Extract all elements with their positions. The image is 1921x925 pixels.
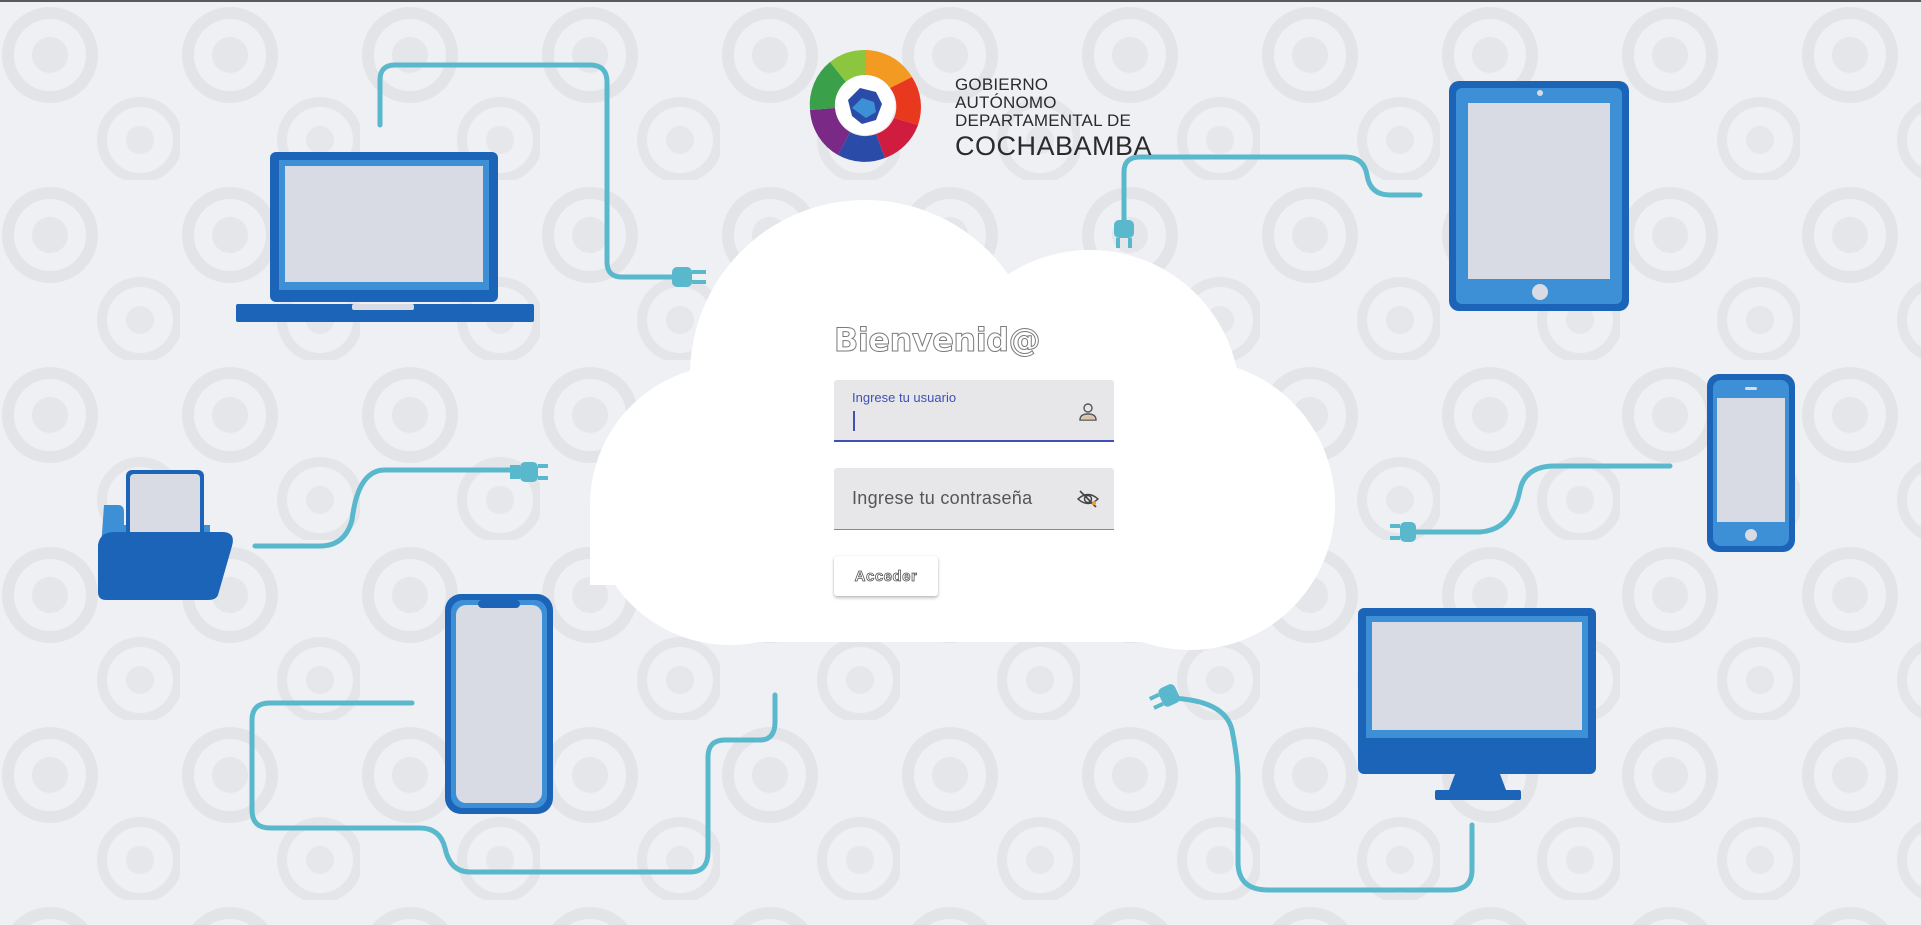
tablet-illustration [1449,81,1629,311]
user-icon[interactable] [1076,400,1100,424]
top-border [0,0,1921,2]
laptop-illustration [236,152,534,322]
monitor-illustration [1358,608,1596,800]
username-label: Ingrese tu usuario [852,390,957,405]
acceder-button[interactable]: Acceder [834,556,938,596]
phone-illustration [445,594,553,814]
username-field[interactable]: Ingrese tu usuario [834,380,1114,442]
username-input[interactable] [852,410,1072,432]
password-field[interactable]: Ingrese tu contraseña [834,468,1114,530]
text-cursor [853,411,855,431]
logo-line-2: DEPARTAMENTAL DE [955,110,1132,130]
logo-text: GOBIERNO AUTÓNOMO DEPARTAMENTAL DE COCHA… [955,76,1152,160]
smartphone-illustration [1707,374,1795,552]
welcome-title: Bienvenid@ [834,321,1042,360]
government-logo: GOBIERNO AUTÓNOMO DEPARTAMENTAL DE COCHA… [790,30,1152,180]
hands-emblem [809,49,921,162]
logo-line-3: COCHABAMBA [955,130,1153,161]
password-input[interactable] [852,488,1072,510]
login-form: Bienvenid@ Ingrese tu usuario Ingrese tu… [834,320,1114,596]
logo-line-1: GOBIERNO AUTÓNOMO [955,75,1057,112]
login-page: GOBIERNO AUTÓNOMO DEPARTAMENTAL DE COCHA… [0,0,1921,925]
eye-off-icon[interactable] [1076,487,1100,511]
